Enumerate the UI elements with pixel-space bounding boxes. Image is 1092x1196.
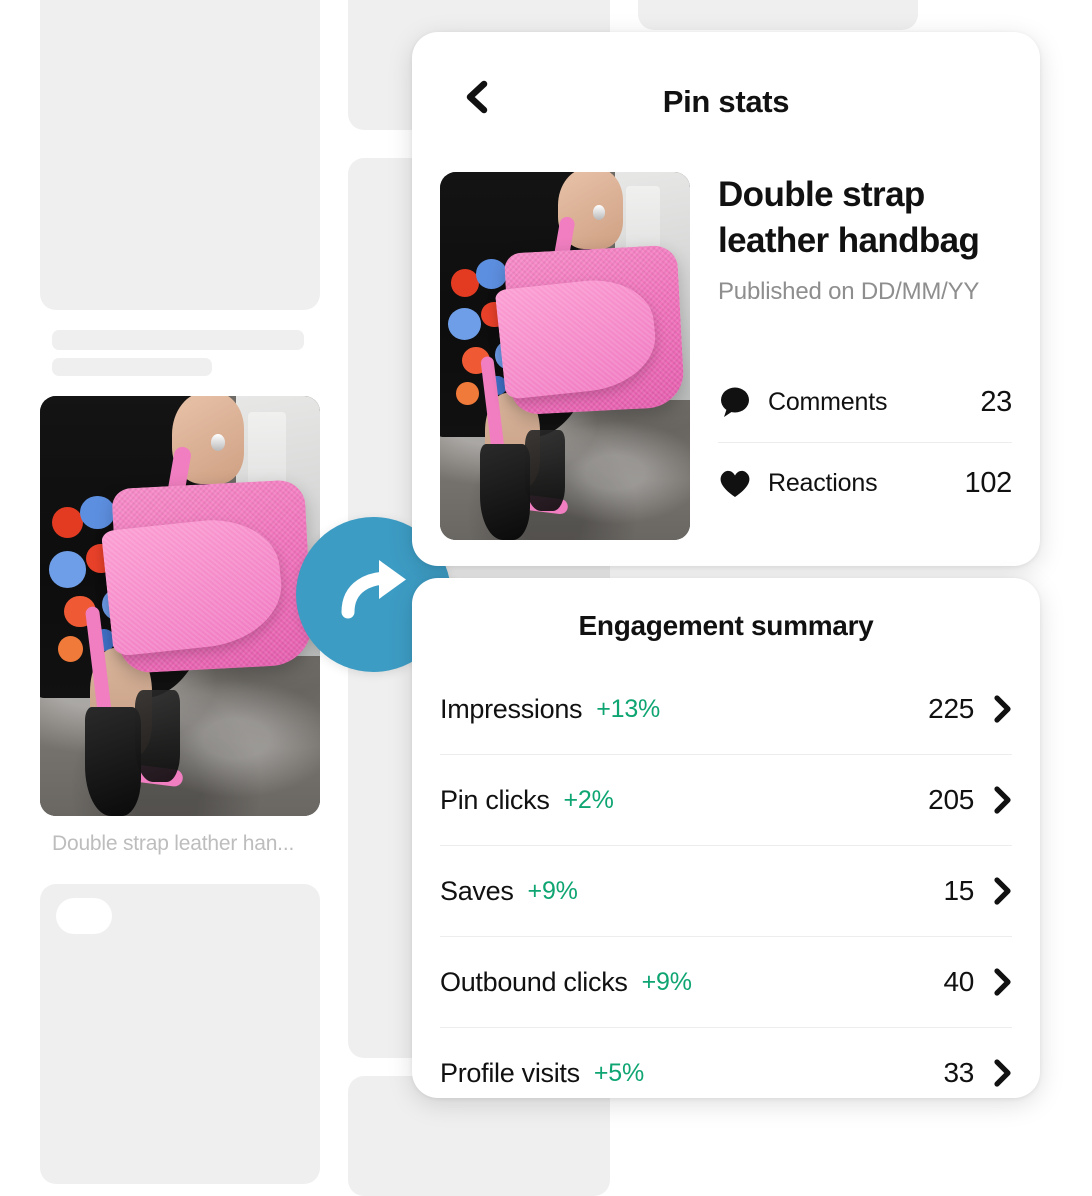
photo-ring — [210, 433, 225, 451]
chevron-right-icon[interactable] — [994, 695, 1012, 723]
modal-header: Pin stats — [412, 32, 1040, 142]
metric-label: Impressions — [440, 693, 583, 724]
pin-photo-art — [40, 396, 320, 816]
skeleton-card — [40, 0, 320, 310]
engagement-row-outbound-clicks[interactable]: Outbound clicks +9% 40 — [440, 936, 1012, 1027]
photo-boot — [135, 690, 180, 783]
feed-pin-caption: Double strap leather han... — [52, 832, 295, 855]
chevron-right-icon[interactable] — [994, 968, 1012, 996]
metric-label: Saves — [440, 875, 514, 906]
skeleton-card — [638, 0, 918, 30]
metric-delta: +9% — [641, 967, 692, 996]
stat-label: Reactions — [768, 468, 878, 497]
photo-ring — [592, 205, 605, 220]
metric-delta: +13% — [596, 694, 661, 723]
heart-icon — [718, 468, 768, 499]
metric-delta: +9% — [527, 876, 578, 905]
page-title: Pin stats — [662, 84, 790, 119]
metric-delta: +2% — [563, 785, 614, 814]
pin-published-date: Published on DD/MM/YY — [718, 278, 980, 306]
chevron-right-icon[interactable] — [994, 1059, 1012, 1087]
engagement-row-saves[interactable]: Saves +9% 15 — [440, 845, 1012, 936]
metric-label: Pin clicks — [440, 784, 550, 815]
engagement-row-profile-visits[interactable]: Profile visits +5% 33 — [440, 1027, 1012, 1118]
metric-label: Profile visits — [440, 1057, 580, 1088]
photo-boot — [480, 444, 530, 540]
pin-stats-modal: Pin stats Double strap leather handbag P… — [412, 32, 1040, 566]
stat-label: Comments — [768, 387, 888, 416]
pin-title: Double strap leather handbag — [718, 175, 980, 261]
skeleton-text-bar — [52, 358, 212, 376]
stat-value: 102 — [964, 466, 1013, 499]
feed-pin-image[interactable] — [40, 396, 320, 816]
metric-delta: +5% — [593, 1058, 644, 1087]
engagement-summary-title: Engagement summary — [578, 610, 874, 641]
engagement-row-impressions[interactable]: Impressions +13% 225 — [440, 664, 1012, 754]
engagement-metric-list: Impressions +13% 225 Pin clicks +2% 205 … — [440, 664, 1012, 1118]
metric-label: Outbound clicks — [440, 966, 628, 997]
photo-boot — [84, 706, 141, 816]
engagement-row-pin-clicks[interactable]: Pin clicks +2% 205 — [440, 754, 1012, 845]
metric-value: 33 — [943, 1057, 974, 1088]
photo-boot — [525, 429, 565, 511]
stat-value: 23 — [980, 385, 1012, 418]
metric-value: 225 — [928, 693, 974, 724]
metric-value: 15 — [943, 875, 974, 906]
pin-info: Double strap leather handbag Published o… — [718, 172, 1012, 523]
pin-stat-list: Comments 23 Reactions 102 — [718, 362, 1012, 523]
chevron-right-icon[interactable] — [994, 877, 1012, 905]
engagement-summary-card: Engagement summary Impressions +13% 225 … — [412, 578, 1040, 1098]
chevron-right-icon[interactable] — [994, 786, 1012, 814]
comment-bubble-icon — [718, 386, 768, 418]
pin-photo-art — [440, 172, 690, 540]
skeleton-text-bar — [52, 330, 304, 350]
metric-value: 205 — [928, 784, 974, 815]
pin-thumbnail[interactable] — [440, 172, 690, 540]
skeleton-pill — [56, 898, 112, 934]
stat-row-comments: Comments 23 — [718, 362, 1012, 442]
metric-value: 40 — [943, 966, 974, 997]
share-arrow-icon — [332, 550, 416, 639]
stat-row-reactions: Reactions 102 — [718, 442, 1012, 523]
